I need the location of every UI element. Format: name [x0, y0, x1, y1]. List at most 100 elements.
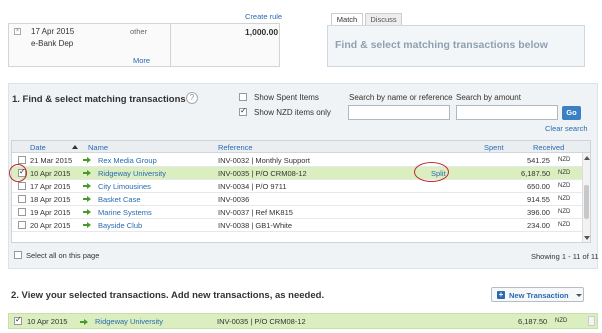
arrow-right-icon: [80, 319, 88, 325]
selected-transaction-row[interactable]: 10 Apr 2015 Ridgeway University INV-0035…: [8, 313, 598, 329]
match-panel: Find & select matching transactions belo…: [327, 25, 585, 67]
table-row[interactable]: 20 Apr 2015 Bayside Club INV-0038 | GB1-…: [12, 219, 584, 232]
row-checkbox[interactable]: [18, 182, 26, 190]
scroll-up-icon[interactable]: [588, 316, 595, 326]
column-spent[interactable]: Spent: [484, 143, 504, 152]
row-date: 18 Apr 2015: [30, 195, 71, 204]
section-title: 2. View your selected transactions. Add …: [11, 290, 325, 301]
arrow-right-icon: [83, 183, 91, 189]
row-name[interactable]: Bayside Club: [98, 221, 142, 230]
row-currency: NZD: [558, 183, 571, 189]
arrow-right-icon: [83, 170, 91, 176]
row-name[interactable]: City Limousines: [98, 182, 151, 191]
annotation-circle-checkbox: [9, 164, 27, 182]
row-currency: NZD: [555, 318, 568, 324]
remove-icon[interactable]: ×: [14, 28, 21, 35]
row-date: 20 Apr 2015: [30, 221, 71, 230]
section-title: 1. Find & select matching transactions: [12, 94, 186, 105]
row-received: 6,187.50: [518, 317, 548, 326]
tab-match[interactable]: Match: [331, 13, 363, 25]
scroll-down-icon[interactable]: [584, 236, 590, 240]
row-currency: NZD: [558, 222, 571, 228]
row-checkbox[interactable]: [14, 315, 22, 325]
row-received: 914.55: [527, 195, 550, 204]
row-received: 6,187.50: [521, 169, 551, 178]
row-checkbox[interactable]: [18, 195, 26, 203]
statement-description: e-Bank Dep: [31, 39, 74, 48]
table-row[interactable]: 17 Apr 2015 City Limousines INV-0034 | P…: [12, 180, 584, 193]
show-spent-checkbox[interactable]: [239, 93, 247, 101]
table-row[interactable]: 21 Mar 2015 Rex Media Group INV-0032 | M…: [12, 154, 584, 167]
arrow-right-icon: [83, 222, 91, 228]
match-panel-title: Find & select matching transactions belo…: [335, 39, 548, 51]
select-all-checkbox[interactable]: [14, 251, 22, 259]
tab-discuss[interactable]: Discuss: [365, 13, 402, 25]
row-name[interactable]: Ridgeway University: [95, 317, 163, 326]
plus-icon: +: [497, 290, 505, 299]
go-button[interactable]: Go: [562, 106, 581, 120]
row-name[interactable]: Ridgeway University: [98, 169, 166, 178]
row-currency: NZD: [558, 157, 571, 163]
search-amount-input[interactable]: [456, 105, 558, 120]
search-amount-label: Search by amount: [456, 93, 521, 102]
statement-type: other: [130, 27, 148, 36]
new-transaction-label: New Transaction: [509, 291, 569, 300]
row-checkbox[interactable]: [18, 208, 26, 216]
row-checkbox[interactable]: [18, 221, 26, 229]
row-name[interactable]: Marine Systems: [98, 208, 152, 217]
sort-asc-icon: [72, 145, 78, 149]
show-nzd-checkbox[interactable]: [239, 106, 247, 116]
row-currency: NZD: [558, 196, 571, 202]
row-received: 234.00: [527, 221, 550, 230]
row-checkbox[interactable]: [18, 156, 26, 164]
annotation-circle-split: [414, 162, 449, 182]
row-date: 17 Apr 2015: [30, 182, 71, 191]
row-date: 19 Apr 2015: [30, 208, 71, 217]
row-reference: INV-0037 | Ref MK815: [218, 208, 293, 217]
card-divider: [170, 24, 171, 66]
row-date: 21 Mar 2015: [30, 156, 73, 165]
select-all-label: Select all on this page: [26, 251, 100, 260]
row-date: 10 Apr 2015: [30, 169, 71, 178]
table-row[interactable]: 18 Apr 2015 Basket Case INV-0036 914.55 …: [12, 193, 584, 206]
column-reference[interactable]: Reference: [218, 143, 253, 152]
row-reference: INV-0035 | P/O CRM08-12: [218, 169, 307, 178]
search-name-input[interactable]: [348, 105, 450, 120]
column-received[interactable]: Received: [533, 143, 564, 152]
row-name[interactable]: Basket Case: [98, 195, 141, 204]
chevron-down-icon[interactable]: [576, 294, 582, 297]
help-icon[interactable]: ?: [186, 92, 198, 104]
table-scrollbar[interactable]: [582, 153, 590, 242]
column-date[interactable]: Date: [30, 143, 46, 152]
table-row[interactable]: 19 Apr 2015 Marine Systems INV-0037 | Re…: [12, 206, 584, 219]
row-date: 10 Apr 2015: [27, 317, 68, 326]
show-spent-label: Show Spent Items: [254, 93, 319, 102]
table-row-selected[interactable]: 10 Apr 2015 Ridgeway University INV-0035…: [12, 167, 584, 180]
find-match-section: 1. Find & select matching transactions ?…: [8, 83, 599, 269]
create-rule-link[interactable]: Create rule: [245, 12, 282, 21]
row-reference: INV-0034 | P/O 9711: [218, 182, 287, 191]
row-reference: INV-0036: [218, 195, 250, 204]
arrow-right-icon: [83, 157, 91, 163]
new-transaction-button[interactable]: + New Transaction: [491, 287, 584, 302]
arrow-right-icon: [83, 209, 91, 215]
row-received: 396.00: [527, 208, 550, 217]
scroll-up-icon[interactable]: [584, 156, 590, 160]
search-name-label: Search by name or reference: [349, 93, 453, 102]
row-currency: NZD: [558, 209, 571, 215]
scroll-thumb[interactable]: [584, 185, 589, 219]
statement-amount: 1,000.00: [245, 27, 279, 37]
row-name[interactable]: Rex Media Group: [98, 156, 157, 165]
show-nzd-label: Show NZD items only: [254, 108, 331, 117]
row-currency: NZD: [558, 170, 571, 176]
column-name[interactable]: Name: [88, 143, 108, 152]
clear-search-link[interactable]: Clear search: [545, 124, 588, 133]
arrow-right-icon: [83, 196, 91, 202]
row-reference: INV-0035 | P/O CRM08-12: [217, 317, 306, 326]
statement-date: 17 Apr 2015: [31, 27, 75, 36]
table-header: Date Name Reference Spent Received: [12, 141, 590, 153]
row-received: 650.00: [527, 182, 550, 191]
pagination-status: Showing 1 - 11 of 11: [531, 252, 599, 261]
statement-line-card: × 17 Apr 2015 e-Bank Dep other More 1,00…: [8, 23, 280, 67]
more-link[interactable]: More: [133, 56, 150, 65]
